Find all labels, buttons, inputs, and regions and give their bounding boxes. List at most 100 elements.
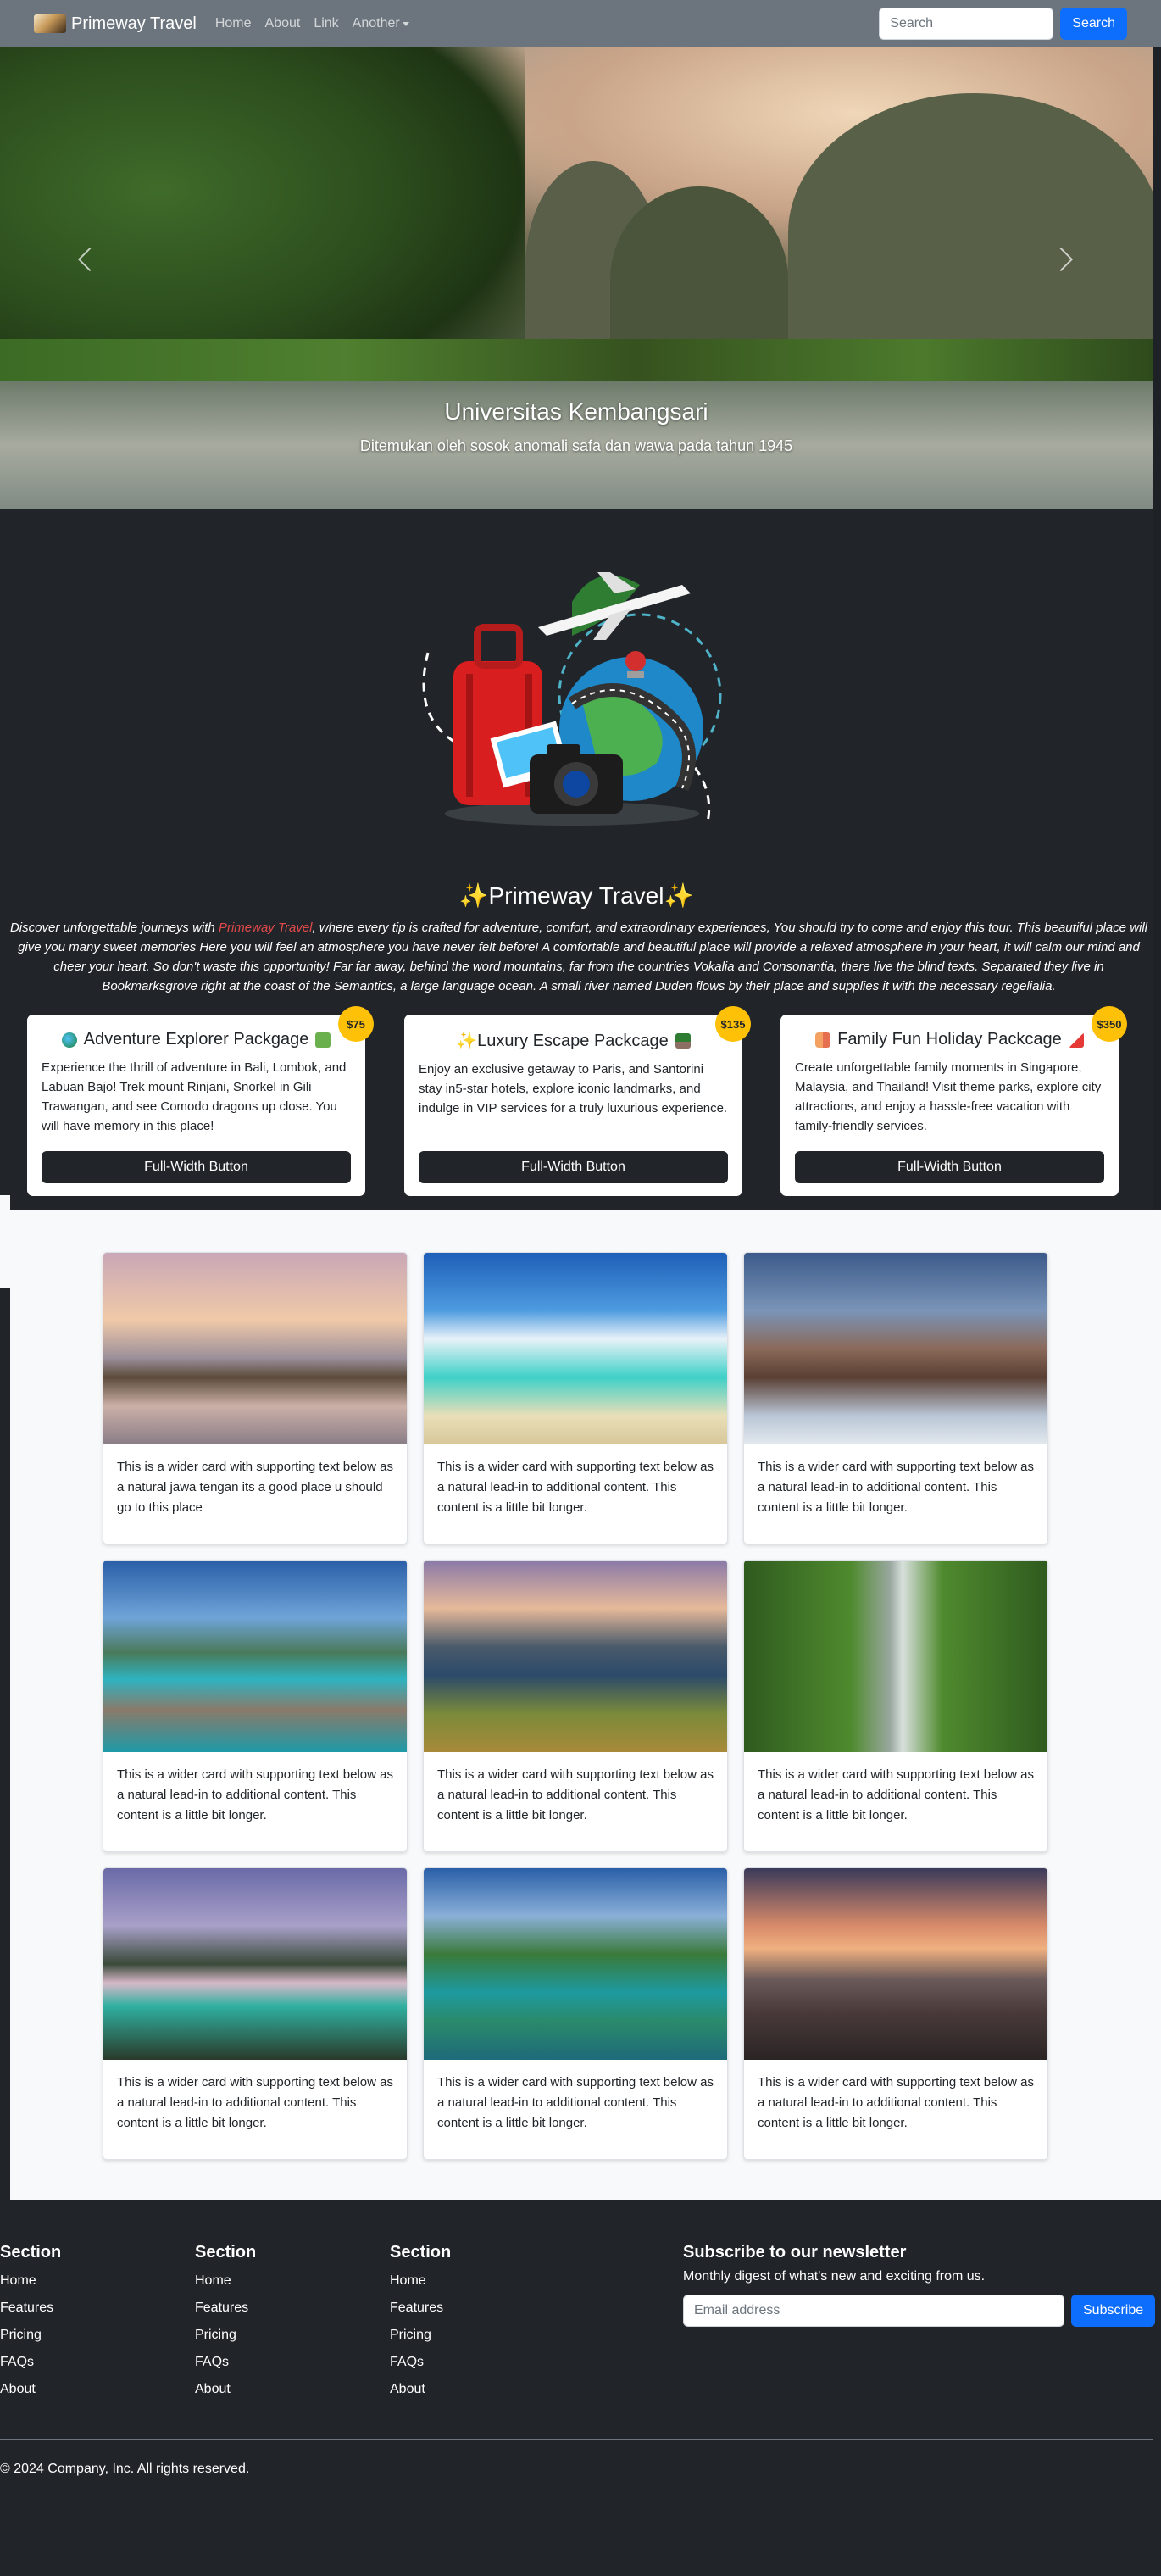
package-title-row: Family Fun Holiday Packcage <box>795 1030 1104 1049</box>
card-image <box>744 1868 1047 2060</box>
footer-section-title: Section <box>0 2243 62 2262</box>
card-image <box>103 1253 407 1444</box>
footer-link-about[interactable]: About <box>0 2379 61 2406</box>
footer-link-features[interactable]: Features <box>195 2298 256 2325</box>
nav-link-link[interactable]: Link <box>314 16 338 31</box>
footer-link-home[interactable]: Home <box>195 2271 256 2298</box>
full-width-button[interactable]: Full-Width Button <box>419 1151 728 1183</box>
newsletter-form: Subscribe to our newsletter Monthly dige… <box>683 2243 1158 2327</box>
nav-search-form: Search <box>879 8 1127 40</box>
nav-dropdown-label: Another <box>352 16 400 31</box>
newsletter-title: Subscribe to our newsletter <box>683 2243 907 2262</box>
palm-tree-icon <box>675 1032 691 1049</box>
card-text: This is a wider card with supporting tex… <box>117 1460 393 1515</box>
price-badge: $75 <box>338 1006 374 1042</box>
card-image <box>744 1561 1047 1752</box>
package-title: ✨Luxury Escape Packcage <box>456 1032 669 1050</box>
caret-down-icon <box>402 21 409 26</box>
scrollbar-track <box>1153 47 1161 1290</box>
gallery-card: This is a wider card with supporting tex… <box>743 1252 1048 1544</box>
card-image <box>103 1561 407 1752</box>
gallery-card: This is a wider card with supporting tex… <box>423 1252 728 1544</box>
subscribe-button[interactable]: Subscribe <box>1071 2295 1156 2327</box>
full-width-button[interactable]: Full-Width Button <box>795 1151 1104 1183</box>
nav-link-about[interactable]: About <box>265 16 301 31</box>
package-description: Experience the thrill of adventure in Ba… <box>42 1060 347 1133</box>
package-description: Create unforgettable family moments in S… <box>795 1060 1102 1133</box>
navbar-brand[interactable]: Primeway Travel <box>34 14 197 34</box>
package-card: $350 Family Fun Holiday Packcage Create … <box>780 1006 1127 1196</box>
card-text: This is a wider card with supporting tex… <box>117 2075 393 2130</box>
price-badge: $350 <box>1092 1006 1127 1042</box>
card-image <box>424 1561 727 1752</box>
email-field[interactable] <box>683 2295 1064 2327</box>
package-card: $135 ✨Luxury Escape Packcage Enjoy an ex… <box>404 1006 751 1196</box>
package-title-row: ✨Luxury Escape Packcage <box>419 1030 728 1051</box>
section-edge <box>0 1195 10 1288</box>
package-title: Adventure Explorer Packgage <box>83 1030 309 1049</box>
airplane-icon <box>1068 1032 1084 1048</box>
card-text: This is a wider card with supporting tex… <box>758 1460 1034 1515</box>
footer-section-title: Section <box>195 2243 257 2262</box>
nav-dropdown-another[interactable]: Another <box>353 16 409 31</box>
footer-section: Section Home Features Pricing FAQs About <box>0 2243 61 2406</box>
gallery-card: This is a wider card with supporting tex… <box>103 1560 408 1852</box>
intro-text-before: Discover unforgettable journeys with <box>9 921 219 935</box>
footer-link-home[interactable]: Home <box>390 2271 451 2298</box>
newsletter-description: Monthly digest of what's new and excitin… <box>683 2269 986 2284</box>
card-image <box>424 1868 727 2060</box>
hero-carousel: Universitas Kembangsari Ditemukan oleh s… <box>0 47 1153 509</box>
hero-caption: Universitas Kembangsari Ditemukan oleh s… <box>0 398 1153 455</box>
footer-link-about[interactable]: About <box>390 2379 451 2406</box>
package-description: Enjoy an exclusive getaway to Paris, and… <box>419 1062 728 1116</box>
search-button[interactable]: Search <box>1060 8 1127 40</box>
travel-illustration <box>422 572 722 826</box>
card-image <box>744 1253 1047 1444</box>
nav-link-home[interactable]: Home <box>215 16 252 31</box>
intro-brand-highlight[interactable]: Primeway Travel <box>219 921 313 935</box>
card-text: This is a wider card with supporting tex… <box>437 2075 714 2130</box>
gallery-card: This is a wider card with supporting tex… <box>423 1867 728 2160</box>
globe-icon <box>61 1032 77 1048</box>
gallery-card: This is a wider card with supporting tex… <box>423 1560 728 1852</box>
card-text: This is a wider card with supporting tex… <box>437 1767 714 1822</box>
card-text: This is a wider card with supporting tex… <box>117 1767 393 1822</box>
brand-name: Primeway Travel <box>71 14 197 33</box>
card-image <box>103 1868 407 2060</box>
footer-link-faqs[interactable]: FAQs <box>195 2352 256 2379</box>
footer-link-pricing[interactable]: Pricing <box>390 2325 451 2352</box>
mountain-icon <box>315 1032 331 1048</box>
intro-title: ✨Primeway Travel✨ <box>458 882 694 909</box>
card-text: This is a wider card with supporting tex… <box>437 1460 714 1515</box>
footer-link-features[interactable]: Features <box>0 2298 61 2325</box>
gallery-card: This is a wider card with supporting tex… <box>743 1560 1048 1852</box>
full-width-button[interactable]: Full-Width Button <box>42 1151 351 1183</box>
newsletter-row: Subscribe <box>683 2295 1158 2327</box>
package-card: $75 Adventure Explorer Packgage Experien… <box>27 1006 374 1196</box>
footer-link-about[interactable]: About <box>195 2379 256 2406</box>
footer-section-title: Section <box>390 2243 452 2262</box>
gallery-card: This is a wider card with supporting tex… <box>103 1867 408 2160</box>
copyright-text: © 2024 Company, Inc. All rights reserved… <box>0 2462 250 2476</box>
hero-subtitle: Ditemukan oleh sosok anomali safa dan wa… <box>359 437 793 454</box>
gallery-card: This is a wider card with supporting tex… <box>103 1252 408 1544</box>
card-text: This is a wider card with supporting tex… <box>758 2075 1034 2130</box>
package-title-row: Adventure Explorer Packgage <box>42 1030 351 1049</box>
gallery-card: This is a wider card with supporting tex… <box>743 1867 1048 2160</box>
footer-link-pricing[interactable]: Pricing <box>0 2325 61 2352</box>
footer-section: Section Home Features Pricing FAQs About <box>390 2243 451 2406</box>
footer-section: Section Home Features Pricing FAQs About <box>195 2243 256 2406</box>
intro-text: Discover unforgettable journeys with Pri… <box>5 918 1153 996</box>
footer-link-faqs[interactable]: FAQs <box>390 2352 451 2379</box>
package-title: Family Fun Holiday Packcage <box>837 1030 1062 1049</box>
footer-link-home[interactable]: Home <box>0 2271 61 2298</box>
footer-link-features[interactable]: Features <box>390 2298 451 2325</box>
search-input[interactable] <box>879 8 1054 40</box>
card-text: This is a wider card with supporting tex… <box>758 1767 1034 1822</box>
card-image <box>424 1253 727 1444</box>
family-icon <box>815 1032 831 1048</box>
hero-mountain <box>788 93 1153 373</box>
brand-logo-image <box>34 14 66 33</box>
footer-link-faqs[interactable]: FAQs <box>0 2352 61 2379</box>
footer-link-pricing[interactable]: Pricing <box>195 2325 256 2352</box>
